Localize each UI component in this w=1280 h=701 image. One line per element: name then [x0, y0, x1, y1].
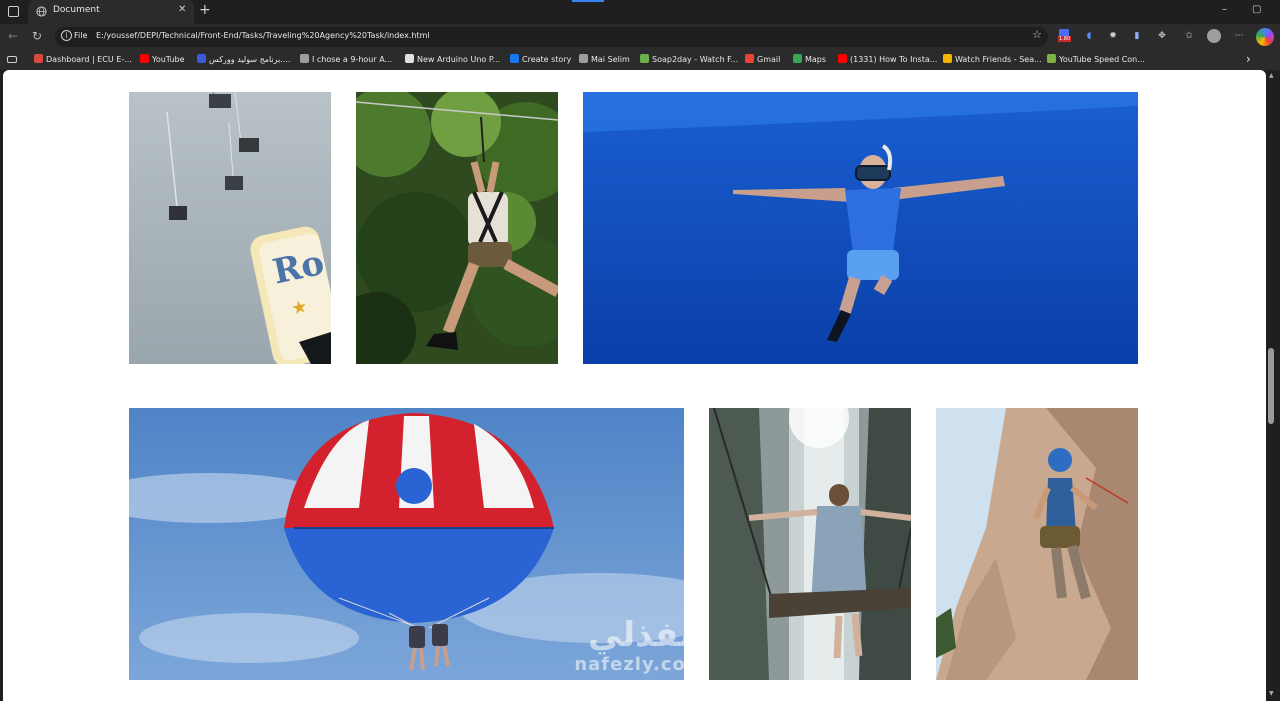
bookmark-item[interactable]: برنامج سوليد ووركس....	[197, 54, 291, 64]
puzzle-extension-icon[interactable]: ✥	[1155, 29, 1169, 43]
bookmark-item[interactable]: Mai Selim	[579, 54, 630, 64]
scroll-down-icon[interactable]: ▼	[1269, 690, 1274, 697]
reload-button[interactable]: ↻	[32, 29, 42, 43]
bookmark-item[interactable]: Maps	[793, 54, 826, 64]
favorite-star-icon[interactable]: ☆	[1032, 28, 1042, 41]
tab-strip: Document ✕ + – ▢	[0, 0, 1280, 24]
copilot-icon[interactable]	[1256, 28, 1274, 46]
settings-menu-button[interactable]: ···	[1232, 29, 1246, 43]
bookmark-label: Dashboard | ECU E-...	[46, 55, 132, 64]
address-bar[interactable]: i File E:/youssef/DEPI/Technical/Front-E…	[55, 27, 1048, 47]
bookmark-item[interactable]: Gmail	[745, 54, 780, 64]
zipline-image	[356, 92, 558, 364]
bookmark-favicon-icon	[300, 54, 309, 63]
bookmark-favicon-icon	[579, 54, 588, 63]
bookmark-favicon-icon	[838, 54, 847, 63]
docs-extension-icon[interactable]: ▮	[1130, 29, 1144, 43]
extension-badge: 1.80	[1058, 36, 1072, 42]
bookmark-item[interactable]: Create story	[510, 54, 571, 64]
bookmark-label: Maps	[805, 55, 827, 64]
close-tab-icon[interactable]: ✕	[178, 4, 186, 15]
watermark-latin: nafezly.com	[574, 654, 706, 675]
snorkeling-image	[583, 92, 1138, 364]
gallery-photo-swing-ride[interactable]: Ro ★	[129, 92, 331, 364]
bookmark-favicon-icon	[510, 54, 519, 63]
scrollbar-thumb[interactable]	[1268, 348, 1274, 424]
bookmark-item[interactable]: YouTube Speed Con...	[1047, 54, 1145, 64]
bookmark-label: Gmail	[757, 55, 781, 64]
watermark-arabic: نفذلي	[587, 615, 693, 655]
tab-document[interactable]: Document ✕	[28, 0, 194, 24]
bookmark-label: Watch Friends - Sea...	[955, 55, 1042, 64]
back-button[interactable]: ←	[8, 29, 18, 43]
bookmark-label: Soap2day - Watch F...	[652, 55, 739, 64]
bookmark-label: Create story	[522, 55, 572, 64]
bookmark-favicon-icon	[1047, 54, 1056, 63]
bookmark-item[interactable]: Dashboard | ECU E-...	[34, 54, 132, 64]
tab-title: Document	[53, 5, 100, 15]
bookmark-item[interactable]: Soap2day - Watch F...	[640, 54, 738, 64]
waterfall-swing-image	[709, 408, 911, 680]
new-tab-button[interactable]: +	[199, 2, 211, 18]
bookmark-favicon-icon	[943, 54, 952, 63]
extension-counter-icon[interactable]: 1.80	[1057, 29, 1072, 43]
page-viewport: Ro ★	[3, 70, 1266, 701]
browser-toolbar: ← ↻ i File E:/youssef/DEPI/Technical/Fro…	[0, 24, 1280, 50]
scroll-up-icon[interactable]: ▲	[1269, 72, 1274, 79]
bookmark-label: I chose a 9-hour A...	[312, 55, 393, 64]
bookmark-item[interactable]: New Arduino Uno P...	[405, 54, 500, 64]
gallery-photo-snorkeling[interactable]	[583, 92, 1138, 364]
swing-ride-image: Ro ★	[129, 92, 331, 364]
bookmark-favicon-icon	[745, 54, 754, 63]
bookmark-favicon-icon	[197, 54, 206, 63]
bookmark-label: YouTube	[152, 55, 185, 64]
address-url[interactable]: E:/youssef/DEPI/Technical/Front-End/Task…	[96, 31, 430, 40]
watermark: نفذلي nafezly.com	[560, 615, 720, 675]
bookmark-favicon-icon	[34, 54, 43, 63]
bookmark-item[interactable]: Watch Friends - Sea...	[943, 54, 1042, 64]
gallery-photo-rock-climbing[interactable]	[936, 408, 1138, 680]
bookmark-label: New Arduino Uno P...	[417, 55, 501, 64]
bookmark-label: برنامج سوليد ووركس....	[209, 55, 291, 64]
bookmark-item[interactable]: (1331) How To Insta...	[838, 54, 937, 64]
bookmark-item[interactable]: I chose a 9-hour A...	[300, 54, 392, 64]
site-info-icon[interactable]: i	[61, 30, 72, 41]
bookmarks-more-icon[interactable]: ›	[1246, 52, 1251, 66]
bookmark-item[interactable]: YouTube	[140, 54, 185, 64]
bookmark-label: YouTube Speed Con...	[1059, 55, 1145, 64]
tab-actions-icon[interactable]	[8, 6, 19, 17]
maximize-button[interactable]: ▢	[1252, 4, 1261, 15]
bookmark-label: (1331) How To Insta...	[850, 55, 938, 64]
bookmarks-bar: Dashboard | ECU E-... YouTube برنامج سوليد…	[0, 50, 1280, 70]
audio-extension-icon[interactable]: ◖	[1082, 29, 1096, 43]
bookmark-folder-icon[interactable]	[7, 56, 17, 63]
bookmark-label: Mai Selim	[591, 55, 630, 64]
globe-icon	[36, 6, 47, 17]
favorites-icon[interactable]: ✩	[1182, 29, 1196, 43]
profile-avatar[interactable]	[1207, 29, 1221, 43]
gear-extension-icon[interactable]: ✹	[1106, 29, 1120, 43]
address-scheme: File	[74, 31, 88, 40]
gallery-photo-zipline[interactable]	[356, 92, 558, 364]
gallery-photo-waterfall-swing[interactable]	[709, 408, 911, 680]
bookmark-favicon-icon	[140, 54, 149, 63]
bookmark-favicon-icon	[405, 54, 414, 63]
tab-accent-line	[572, 0, 604, 2]
bookmark-favicon-icon	[640, 54, 649, 63]
minimize-button[interactable]: –	[1222, 4, 1227, 15]
bookmark-favicon-icon	[793, 54, 802, 63]
rock-climbing-image	[936, 408, 1138, 680]
